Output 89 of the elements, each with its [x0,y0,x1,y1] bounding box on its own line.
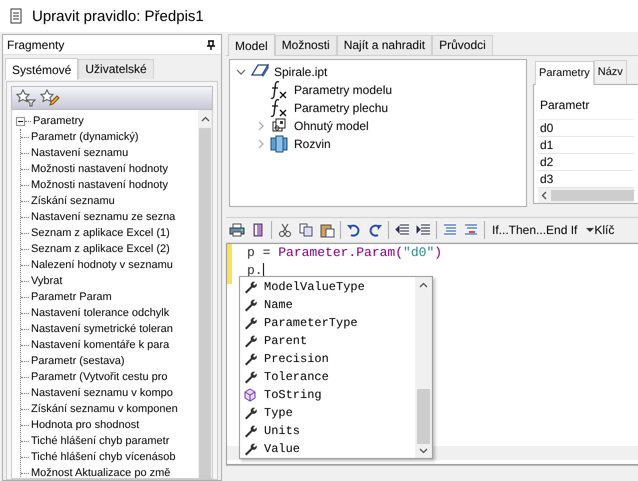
tree-item[interactable]: Parametr (Vytvořit cestu pro [31,371,168,383]
tree-item[interactable]: Spirale.ipt [274,65,328,79]
tree-item[interactable]: Nastavení komentáře k para [31,339,170,351]
tree-item[interactable]: Nastavení seznamu ze sezna [31,211,176,223]
wrench-icon [243,406,257,420]
snippet-button[interactable]: If...Then...End If [490,223,580,237]
tree-item[interactable]: Parametr (dynamický) [31,131,139,143]
collapse-icon[interactable] [16,116,25,126]
scroll-thumb[interactable] [199,128,211,478]
cube-icon [243,388,257,402]
scroll-thumb[interactable] [551,190,634,201]
chevron-down-icon[interactable] [236,67,246,77]
scrollbar[interactable] [415,277,432,458]
code-line: p = Parameter.Param("d0") [247,244,442,262]
completion-item[interactable]: ToString [264,388,322,402]
tab[interactable]: Parametry [535,61,594,85]
tree-item[interactable]: Parametr (sestava) [31,355,125,367]
tree-item[interactable]: Získání seznamu v komponen [31,403,178,415]
completion-item[interactable]: Units [264,424,300,438]
copy-icon[interactable] [298,222,314,238]
wrench-icon [243,316,257,330]
wrench-icon [243,280,257,294]
completion-item[interactable]: ModelValueType [264,280,365,294]
tab[interactable]: Možnosti [274,35,337,55]
tree-item[interactable]: Seznam z aplikace Excel (1) [31,227,170,239]
completion-item[interactable]: Name [264,298,293,312]
table-cell: d0 [538,120,634,137]
keyword-dropdown[interactable]: Klíč [584,223,616,237]
paste-icon[interactable] [319,222,335,238]
tree-item[interactable]: Získání seznamu [31,195,115,207]
completion-item[interactable]: Tolerance [264,370,329,384]
scroll-down-icon[interactable] [419,448,428,454]
scroll-left-icon[interactable] [541,191,547,200]
star-filter-icon[interactable] [16,89,36,107]
scroll-thumb[interactable] [417,389,430,444]
tree-item[interactable]: Možnosti nastavení hodnoty [31,179,168,191]
tree-item[interactable]: Ohnutý model [294,119,369,133]
tree-item[interactable]: Parametry plechu [294,101,388,115]
tree-item[interactable]: Rozvin [294,137,331,151]
completion-item[interactable]: Type [264,406,293,420]
tree-item[interactable]: Nalezení hodnoty v seznamu [31,259,173,271]
redo-icon[interactable] [367,222,383,238]
tree-item[interactable]: Seznam z aplikace Excel (2) [31,243,170,255]
tab[interactable]: Názv [594,60,627,84]
tree-item[interactable]: Nastavení seznamu [31,147,128,159]
tree-item[interactable]: Nastavení tolerance odchylk [31,307,170,319]
tree-item[interactable]: Vybrat [31,275,62,287]
wrench-icon [243,352,257,366]
tree-item[interactable]: Tiché hlášení chyb parametr [31,435,170,447]
undo-icon[interactable] [346,222,362,238]
tree-item[interactable]: Nastavení seznamu v kompo [31,387,173,399]
wrench-icon [243,424,257,438]
tree-item[interactable]: Parametry [33,115,84,127]
panel-title: Fragmenty [7,38,64,52]
completion-item[interactable]: Precision [264,352,329,366]
scrollbar[interactable] [538,188,634,203]
table-cell: d1 [538,137,634,154]
star-edit-icon[interactable] [40,89,60,107]
scrollbar[interactable] [198,110,212,478]
tree-item[interactable]: Parametr Param [31,291,112,303]
cut-icon[interactable] [277,222,293,238]
completion-item[interactable]: ParameterType [264,316,358,330]
tab[interactable]: Průvodci [432,35,493,55]
completion-item[interactable]: Value [264,442,300,456]
tab[interactable]: Systémové [5,58,78,80]
scroll-up-icon[interactable] [200,116,210,122]
column-header[interactable]: Parametr [538,91,634,120]
scroll-up-icon[interactable] [419,282,428,288]
tab[interactable]: Uživatelské [78,59,154,79]
completion-item[interactable]: Parent [264,334,308,348]
tree-item[interactable]: Hodnota pro shodnost [31,419,140,431]
tab[interactable]: Model [228,34,275,56]
tree-item[interactable]: Možnost Aktualizace po změ [31,467,170,478]
wrench-icon [243,334,257,348]
wrench-icon [243,370,257,384]
wrench-icon [243,442,257,456]
tree-item[interactable]: Parametry modelu [294,83,392,97]
tree-item[interactable]: Možnosti nastavení hodnoty [31,163,168,175]
pin-icon[interactable] [207,40,215,50]
code-editor[interactable]: p = Parameter.Param("d0") p. ModelValueType Name ParameterType Parent Precision Tolerance ToString Type Units Value [226,243,638,465]
tree-item[interactable]: Tiché hlášení chyb vícenásob [31,451,176,463]
table-cell: d2 [538,154,634,171]
tab[interactable]: Najít a nahradit [336,35,432,55]
flat-pattern-icon [270,134,290,154]
print-icon[interactable] [229,222,245,238]
tree-item[interactable]: Nastavení symetrické toleran [31,323,173,335]
wrench-icon [243,298,257,312]
caret-icon [586,226,594,234]
window-title: Upravit pravidlo: Předpis1 [32,8,204,24]
